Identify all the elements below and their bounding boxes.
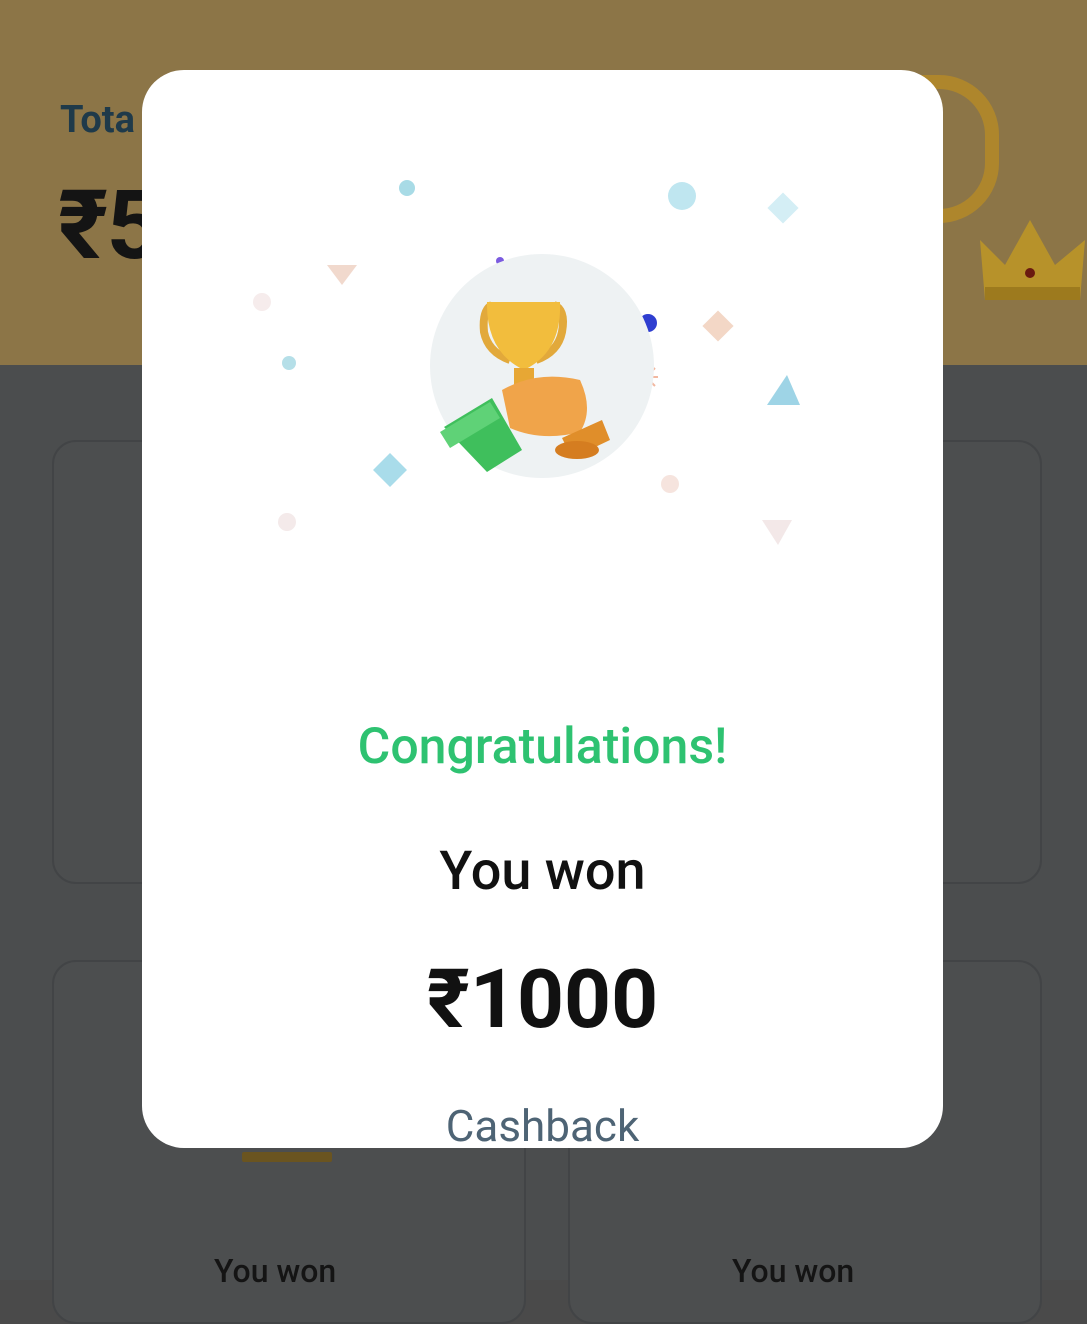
reward-dialog[interactable]: Congratulations! You won ₹1000 Cashback [142,70,943,1152]
congratulations-title: Congratulations! [357,718,728,776]
you-won-label: You won [439,840,646,903]
trophy-illustration [253,180,800,545]
total-rewards-label: Tota [60,98,135,142]
card-decoration [242,1152,332,1162]
reward-type-label: Cashback [445,1100,640,1152]
crown-icon [980,220,1085,300]
card-label: You won [214,1252,337,1290]
card-label: You won [732,1252,855,1290]
reward-amount: ₹1000 [426,952,659,1048]
